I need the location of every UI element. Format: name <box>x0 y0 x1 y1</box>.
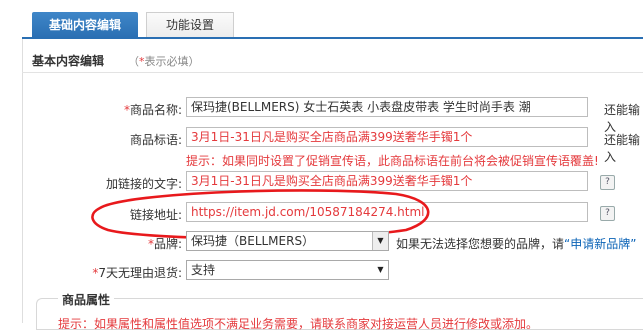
brand-hint: 如果无法选择您想要的品牌，请“申请新品牌” <box>396 235 636 252</box>
brand-value: 保玛捷（BELLMERS） <box>191 234 315 248</box>
product-name-label-text: 商品名称: <box>129 103 182 117</box>
section-divider <box>22 72 643 73</box>
brand-select[interactable]: 保玛捷（BELLMERS） ▼ <box>186 231 389 251</box>
product-name-input[interactable]: 保玛捷(BELLMERS) 女士石英表 小表盘皮带表 学生时尚手表 潮 <box>186 97 588 117</box>
attributes-title: 商品属性 <box>58 291 115 308</box>
tab-function-settings[interactable]: 功能设置 <box>146 12 234 38</box>
brand-label: *品牌: <box>72 235 182 252</box>
hint-text: 表示必填） <box>144 55 200 68</box>
return-policy-label-text: 7天无理由退货: <box>98 266 182 280</box>
slogan-remaining: 还能输入 <box>604 133 641 164</box>
brand-label-text: 品牌: <box>153 237 182 251</box>
chevron-down-icon[interactable]: ▼ <box>373 261 388 279</box>
section-title: 基本内容编辑 <box>32 54 105 68</box>
apply-new-brand-link[interactable]: “申请新品牌” <box>564 237 636 251</box>
attributes-tip: 提示：如果属性和属性值选项不满足业务需要，请联系商家对接运营人员进行修改或添加。 <box>58 317 539 331</box>
hint-prefix: （ <box>128 55 139 68</box>
help-icon[interactable]: ? <box>600 175 615 190</box>
chevron-down-icon[interactable]: ▼ <box>372 232 388 250</box>
tab-basic-content[interactable]: 基础内容编辑 <box>32 12 138 38</box>
help-icon[interactable]: ? <box>600 206 615 221</box>
return-policy-value: 支持 <box>191 263 216 277</box>
slogan-input[interactable]: 3月1日-31日凡是购买全店商品满399送奢华手镯1个 <box>186 127 588 147</box>
brand-hint-text: 如果无法选择您想要的品牌，请 <box>396 237 565 251</box>
return-policy-label: *7天无理由退货: <box>72 264 182 281</box>
required-hint: （*表示必填） <box>128 53 200 69</box>
slogan-warning: 提示：如果同时设置了促销宣传语，此商品标语在前台将会被促销宣传语覆盖! <box>186 154 599 168</box>
product-name-remaining: 还能输入 <box>604 103 641 134</box>
product-name-label: *商品名称: <box>72 101 182 118</box>
slogan-label: 商品标语: <box>129 133 182 147</box>
return-policy-select[interactable]: 支持 ▼ <box>186 260 389 280</box>
